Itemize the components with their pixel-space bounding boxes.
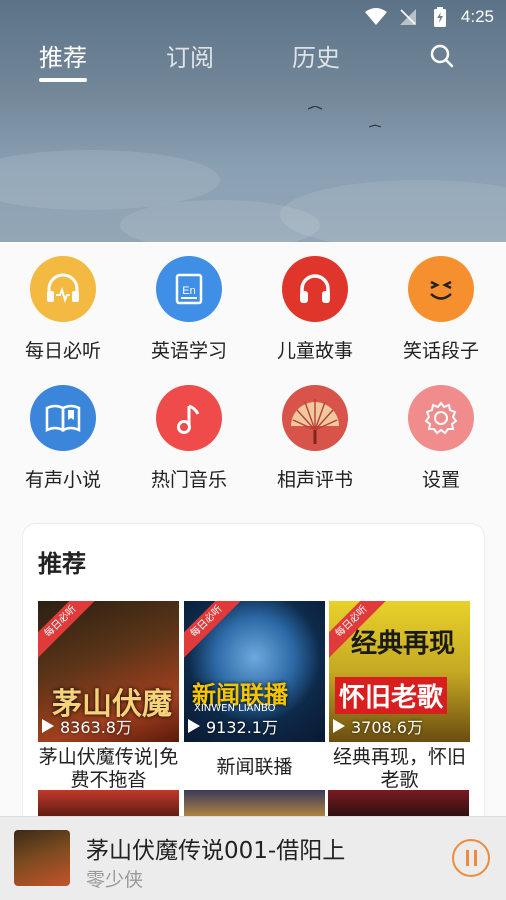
pause-icon[interactable] [452, 839, 490, 877]
play-icon [333, 719, 345, 733]
album-item[interactable]: 每日必听 茅山伏魔 8363.8万 茅山伏魔传说|免费不拖沓 [38, 601, 179, 792]
status-bar: 4:25 [0, 0, 506, 34]
wifi-icon [364, 6, 387, 28]
headphone-pulse-icon [30, 256, 96, 322]
category-label: 儿童故事 [276, 340, 353, 362]
cloud [120, 200, 320, 242]
category-settings[interactable]: 设置 [378, 385, 504, 492]
ribbon-badge: 每日必听 [38, 601, 100, 661]
category-jokes[interactable]: 笑话段子 [378, 256, 504, 363]
category-label: 设置 [421, 469, 460, 491]
headphones-icon [282, 256, 348, 322]
category-kids[interactable]: 儿童故事 [252, 256, 378, 363]
album-name: 经典再现，怀旧老歌 [332, 746, 466, 791]
main-panel: 每日必听 En 英语学习 儿童故事 笑话段子 有声小说 热门音乐 相声评书 设置… [0, 242, 506, 900]
folding-fan-icon [282, 385, 348, 451]
smile-face-icon [408, 256, 474, 322]
play-count-value: 9132.1万 [206, 718, 278, 737]
category-audiobooks[interactable]: 有声小说 [0, 385, 126, 492]
category-label: 每日必听 [24, 340, 101, 362]
album-row-partial [38, 790, 469, 818]
open-book-icon [30, 385, 96, 451]
now-playing-cover [14, 830, 70, 886]
search-icon[interactable] [428, 42, 456, 70]
play-count-value: 8363.8万 [60, 718, 132, 737]
english-book-icon: En [156, 256, 222, 322]
album-cover: 每日必听 茅山伏魔 8363.8万 [38, 601, 179, 742]
play-count-value: 3708.6万 [351, 718, 423, 737]
album-name: 茅山伏魔传说|免费不拖沓 [38, 746, 179, 791]
bird-icon [308, 106, 322, 110]
category-label: 英语学习 [150, 340, 227, 362]
tab-subscribe[interactable]: 订阅 [166, 38, 214, 73]
cover-top-text: 经典再现 [351, 629, 456, 659]
play-count: 3708.6万 [333, 714, 423, 738]
album-item[interactable]: 每日必听 经典再现 怀旧老歌 3708.6万 经典再现，怀旧老歌 [329, 601, 470, 792]
album-item[interactable]: 每日必听 新闻联播 XINWEN LIANBO 9132.1万 新闻联播 [184, 601, 325, 779]
category-music[interactable]: 热门音乐 [126, 385, 252, 492]
cover-subtitle: XINWEN LIANBO [194, 703, 276, 714]
now-playing-title: 茅山伏魔传说001-借阳上 [86, 838, 346, 864]
category-crosstalk[interactable]: 相声评书 [252, 385, 378, 492]
category-label: 相声评书 [276, 469, 353, 491]
now-playing-author: 零少侠 [86, 869, 144, 891]
play-count: 9132.1万 [188, 714, 278, 738]
album-name: 新闻联播 [216, 756, 293, 778]
signal-off-icon [397, 6, 419, 28]
play-count: 8363.8万 [42, 714, 132, 738]
cover-title: 怀旧老歌 [335, 677, 448, 714]
play-icon [188, 719, 200, 733]
gear-icon [408, 385, 474, 451]
battery-charging-icon [429, 6, 451, 28]
category-label: 笑话段子 [402, 340, 479, 362]
svg-text:En: En [182, 285, 195, 297]
header-banner: 4:25 推荐 订阅 历史 [0, 0, 506, 242]
status-time: 4:25 [460, 7, 494, 26]
category-english[interactable]: En 英语学习 [126, 256, 252, 363]
album-cover[interactable] [184, 790, 325, 818]
recommend-title: 推荐 [38, 550, 86, 578]
album-cover: 每日必听 新闻联播 XINWEN LIANBO 9132.1万 [184, 601, 325, 742]
album-cover[interactable] [38, 790, 179, 818]
mini-player[interactable]: 茅山伏魔传说001-借阳上 零少侠 [0, 816, 506, 900]
play-icon [42, 719, 54, 733]
category-daily[interactable]: 每日必听 [0, 256, 126, 363]
category-label: 热门音乐 [150, 469, 227, 491]
tab-indicator [39, 78, 87, 82]
tab-recommend[interactable]: 推荐 [39, 38, 87, 73]
album-cover: 每日必听 经典再现 怀旧老歌 3708.6万 [329, 601, 470, 742]
bird-icon [369, 124, 381, 128]
tab-history[interactable]: 历史 [292, 38, 340, 73]
music-note-icon [156, 385, 222, 451]
category-label: 有声小说 [24, 469, 101, 491]
album-cover[interactable] [328, 790, 469, 818]
ribbon-badge: 每日必听 [184, 601, 246, 661]
